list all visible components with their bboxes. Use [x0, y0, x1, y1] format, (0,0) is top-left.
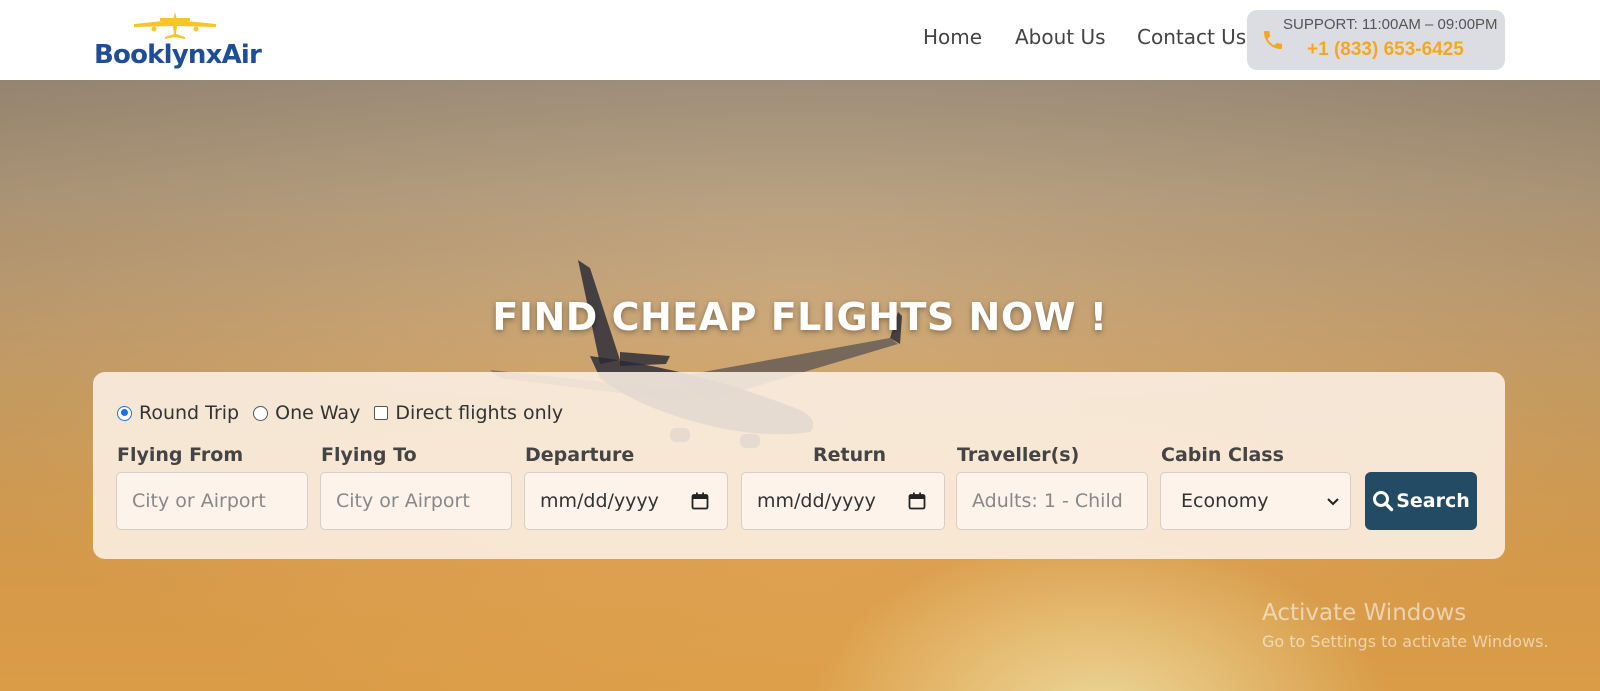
direct-flights-label: Direct flights only: [395, 402, 564, 424]
plane-logo-icon: [134, 12, 216, 39]
one-way-radio[interactable]: [253, 405, 269, 421]
departure-date-value: mm/dd/yyyy: [540, 490, 659, 512]
departure-label: Departure: [525, 444, 635, 466]
hero-section: FIND CHEAP FLIGHTS NOW ! Round Trip One …: [0, 80, 1600, 691]
calendar-icon[interactable]: [908, 492, 926, 510]
flying-to-input[interactable]: City or Airport: [320, 472, 512, 530]
calendar-icon[interactable]: [691, 492, 709, 510]
cabin-class-value: Economy: [1181, 490, 1269, 512]
direct-flights-checkbox[interactable]: [374, 406, 389, 420]
nav-contact-us[interactable]: Contact Us: [1137, 25, 1246, 49]
hero-title: FIND CHEAP FLIGHTS NOW !: [492, 295, 1108, 339]
flying-to-label: Flying To: [321, 444, 417, 466]
watermark-title: Activate Windows: [1262, 600, 1467, 626]
watermark-subtitle: Go to Settings to activate Windows.: [1262, 632, 1549, 651]
flying-to-placeholder: City or Airport: [336, 490, 470, 512]
windows-activation-watermark: Activate Windows Go to Settings to activ…: [1262, 600, 1549, 651]
site-header: BooklynxAir Home About Us Contact Us SUP…: [0, 0, 1600, 80]
search-button-label: Search: [1396, 490, 1470, 512]
round-trip-option[interactable]: Round Trip: [117, 402, 239, 424]
return-date-value: mm/dd/yyyy: [757, 490, 876, 512]
one-way-option[interactable]: One Way: [253, 402, 360, 424]
return-label: Return: [813, 444, 887, 466]
nav-home[interactable]: Home: [923, 25, 982, 49]
search-button[interactable]: Search: [1365, 472, 1477, 530]
one-way-label: One Way: [275, 402, 361, 424]
travellers-input[interactable]: Adults: 1 - Child: [956, 472, 1148, 530]
travellers-label: Traveller(s): [957, 444, 1080, 466]
round-trip-radio[interactable]: [117, 405, 132, 421]
brand-logo[interactable]: BooklynxAir: [92, 10, 272, 72]
flying-from-placeholder: City or Airport: [132, 490, 266, 512]
round-trip-label: Round Trip: [139, 402, 240, 424]
brand-name: BooklynxAir: [94, 40, 262, 70]
cabin-class-label: Cabin Class: [1161, 444, 1284, 466]
nav-about-us[interactable]: About Us: [1015, 25, 1106, 49]
flying-from-input[interactable]: City or Airport: [116, 472, 308, 530]
support-box[interactable]: SUPPORT: 11:00AM – 09:00PM +1 (833) 653-…: [1247, 10, 1505, 70]
travellers-placeholder: Adults: 1 - Child: [972, 490, 1123, 512]
departure-date-input[interactable]: mm/dd/yyyy: [524, 472, 728, 530]
cabin-class-select[interactable]: Economy: [1160, 472, 1351, 530]
chevron-down-icon: [1327, 498, 1339, 506]
support-hours: SUPPORT: 11:00AM – 09:00PM: [1283, 16, 1498, 33]
flying-from-label: Flying From: [117, 444, 244, 466]
search-icon: [1373, 491, 1394, 512]
direct-flights-option[interactable]: Direct flights only: [374, 402, 563, 424]
flight-search-form: Round Trip One Way Direct flights only F…: [93, 372, 1505, 559]
trip-type-options: Round Trip One Way Direct flights only: [117, 402, 577, 424]
phone-icon: [1264, 31, 1282, 49]
return-date-input[interactable]: mm/dd/yyyy: [741, 472, 945, 530]
support-phone[interactable]: +1 (833) 653-6425: [1307, 39, 1464, 61]
